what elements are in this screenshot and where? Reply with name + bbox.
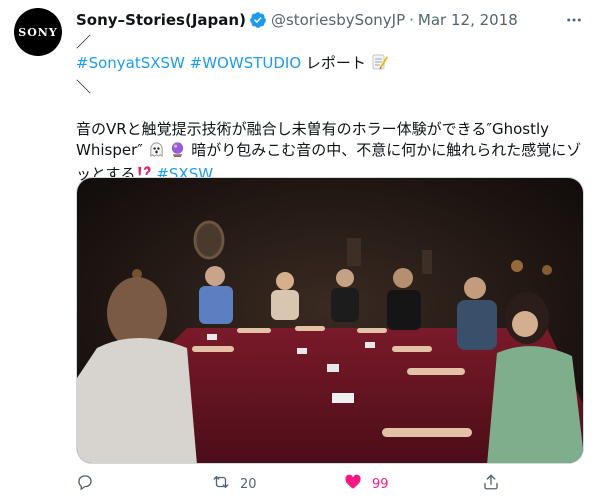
- separator-dot: ·: [409, 11, 414, 29]
- verified-badge-icon: [249, 11, 267, 29]
- memo-emoji-icon: [371, 53, 389, 77]
- text-line: Whisper″ 暗がり包みこむ音の中、不意に何かに触れられた感覚にゾ: [76, 140, 584, 164]
- text-segment: Whisper″: [76, 141, 143, 159]
- like-button[interactable]: 99: [344, 473, 389, 495]
- share-icon: [482, 473, 500, 495]
- hashtag-link[interactable]: #WOWSTUDIO: [190, 54, 301, 72]
- tweet-header: Sony–Stories(Japan) @storiesbySonyJP · M…: [76, 10, 584, 30]
- text-line: ／: [76, 33, 92, 51]
- seance-scene-image: [77, 178, 583, 463]
- more-options-icon[interactable]: [564, 10, 584, 30]
- crystal-ball-emoji-icon: [169, 141, 186, 164]
- heart-filled-icon: [344, 473, 362, 495]
- tweet-actions: 20 99: [76, 472, 516, 496]
- retweet-count: 20: [240, 476, 257, 492]
- retweet-button[interactable]: 20: [212, 473, 257, 495]
- display-name[interactable]: Sony–Stories(Japan): [76, 10, 246, 30]
- share-button[interactable]: [482, 473, 500, 495]
- text-line: #SonyatSXSW #WOWSTUDIO レポート: [76, 53, 584, 77]
- tweet-photo[interactable]: [76, 177, 584, 464]
- avatar[interactable]: SONY: [14, 8, 62, 56]
- retweet-icon: [212, 473, 230, 495]
- like-count: 99: [372, 476, 389, 492]
- tweet-card[interactable]: SONY Sony–Stories(Japan) @storiesbySonyJ…: [0, 0, 600, 504]
- text-segment: レポート: [301, 54, 366, 72]
- hashtag-link[interactable]: #SonyatSXSW: [76, 54, 185, 72]
- user-handle[interactable]: @storiesbySonyJP: [271, 10, 405, 30]
- reply-icon: [76, 473, 94, 495]
- tweet-text: ／ #SonyatSXSW #WOWSTUDIO レポート ＼ 音のVRと触覚提…: [76, 32, 584, 188]
- text-line: 音のVRと触覚提示技術が融合し未曽有のホラー体験ができる″Ghostly: [76, 120, 550, 138]
- text-segment: 暗がり包みこむ音の中、不意に何かに触れられた感覚にゾ: [191, 141, 582, 159]
- ghost-emoji-icon: [148, 141, 165, 164]
- tweet-date[interactable]: Mar 12, 2018: [418, 10, 518, 30]
- text-line: ＼: [76, 78, 92, 96]
- reply-button[interactable]: [76, 473, 94, 495]
- avatar-logo-text: SONY: [18, 25, 58, 39]
